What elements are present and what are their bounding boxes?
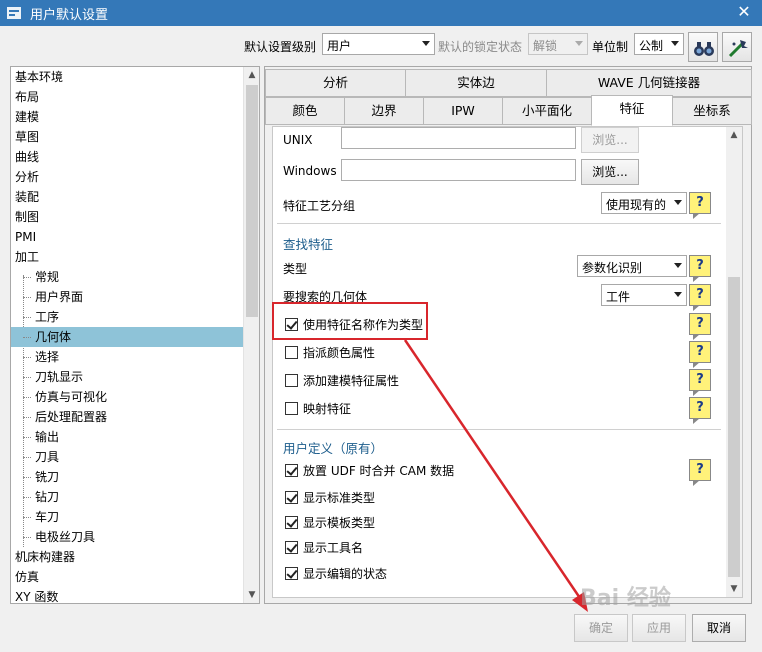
watermark: Bai 经验 [580,586,671,611]
annotation-arrow [403,339,588,612]
ok-button[interactable]: 确定 [574,614,628,642]
apply-button[interactable]: 应用 [632,614,686,642]
cancel-button[interactable]: 取消 [692,614,746,642]
